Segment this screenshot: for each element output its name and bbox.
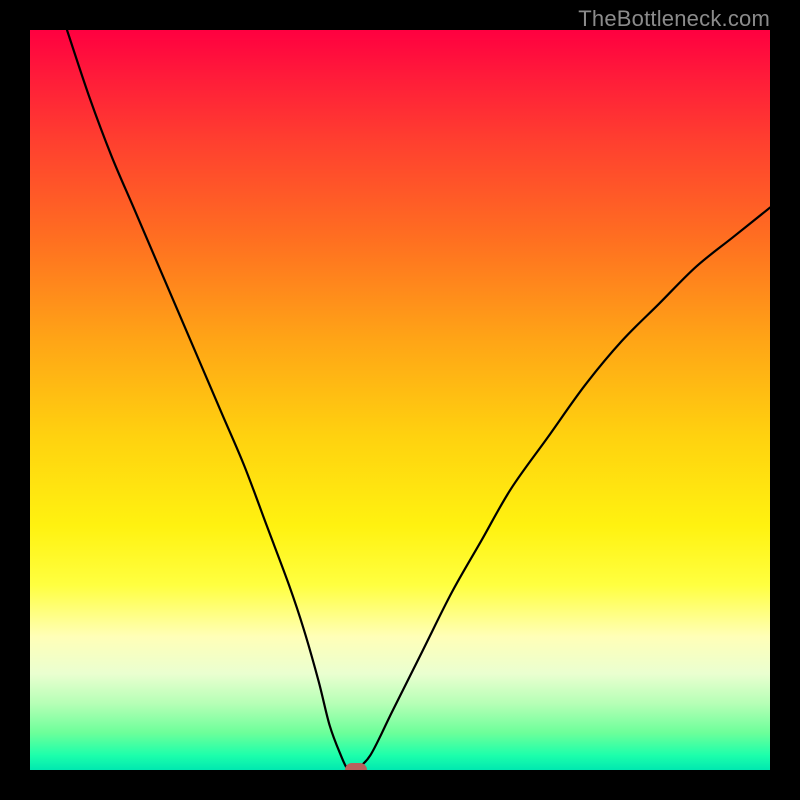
- curve-left-branch: [67, 30, 356, 770]
- bottleneck-curve: [30, 30, 770, 770]
- chart-stage: TheBottleneck.com: [0, 0, 800, 800]
- curve-right-branch: [356, 208, 770, 770]
- min-bottleneck-marker: [345, 763, 367, 770]
- watermark-text: TheBottleneck.com: [578, 6, 770, 32]
- plot-area: [30, 30, 770, 770]
